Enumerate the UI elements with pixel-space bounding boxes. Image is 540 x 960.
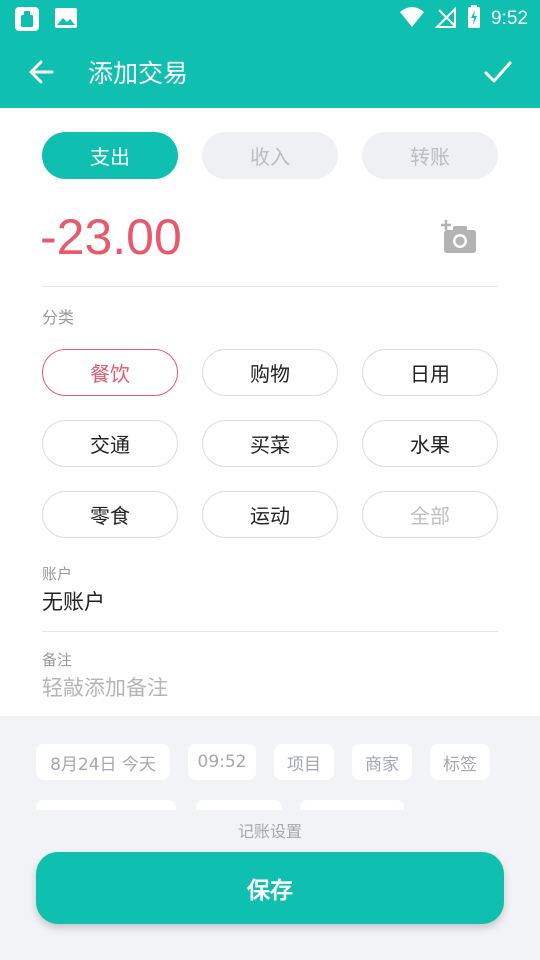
category-snacks[interactable]: 零食	[42, 491, 178, 538]
add-photo-button[interactable]	[440, 218, 480, 258]
status-bar: 9:52	[0, 0, 540, 36]
signal-icon	[434, 6, 457, 32]
tag-chip[interactable]: 标签	[430, 744, 490, 780]
account-label: 账户	[42, 565, 73, 583]
checkmark-icon	[484, 61, 512, 83]
time-chip[interactable]: 09:52	[188, 744, 256, 780]
category-fruit[interactable]: 水果	[362, 420, 498, 467]
transaction-type-tabs: 支出 收入 转账	[42, 132, 498, 179]
chip-row-peek	[36, 800, 176, 810]
confirm-button[interactable]	[480, 54, 516, 90]
project-chip[interactable]: 项目	[274, 744, 334, 780]
wifi-icon	[399, 6, 425, 32]
page-title: 添加交易	[88, 59, 189, 88]
status-time: 9:52	[491, 8, 528, 29]
category-label: 分类	[42, 308, 75, 327]
back-button[interactable]	[24, 54, 60, 90]
app-notification-icon	[14, 6, 40, 36]
chip-row-peek	[300, 800, 404, 810]
date-chip[interactable]: 8月24日 今天	[36, 744, 170, 780]
add-photo-icon	[441, 220, 476, 253]
divider	[42, 286, 498, 287]
note-input[interactable]: 轻敲添加备注	[42, 672, 168, 702]
divider	[42, 631, 498, 632]
merchant-chip[interactable]: 商家	[352, 744, 412, 780]
image-notification-icon	[54, 6, 78, 36]
bookkeeping-settings-link[interactable]: 记账设置	[0, 818, 540, 842]
arrow-left-icon	[29, 60, 54, 84]
chip-row-peek	[196, 800, 282, 810]
category-sports[interactable]: 运动	[202, 491, 338, 538]
category-dining[interactable]: 餐饮	[42, 349, 178, 396]
category-transport[interactable]: 交通	[42, 420, 178, 467]
save-button[interactable]: 保存	[36, 852, 504, 924]
app-bar: 添加交易	[0, 36, 540, 108]
note-label: 备注	[42, 651, 73, 669]
tab-expense[interactable]: 支出	[42, 132, 178, 179]
battery-charging-icon	[467, 5, 481, 33]
category-shopping[interactable]: 购物	[202, 349, 338, 396]
category-groceries[interactable]: 买菜	[202, 420, 338, 467]
category-all[interactable]: 全部	[362, 491, 498, 538]
tab-income[interactable]: 收入	[202, 132, 338, 179]
amount-display[interactable]: -23.00	[40, 208, 182, 266]
bottom-panel: 8月24日 今天 09:52 项目 商家 标签 记账设置 保存	[0, 716, 540, 960]
account-selector[interactable]: 无账户	[42, 586, 105, 616]
category-daily[interactable]: 日用	[362, 349, 498, 396]
tab-transfer[interactable]: 转账	[362, 132, 498, 179]
